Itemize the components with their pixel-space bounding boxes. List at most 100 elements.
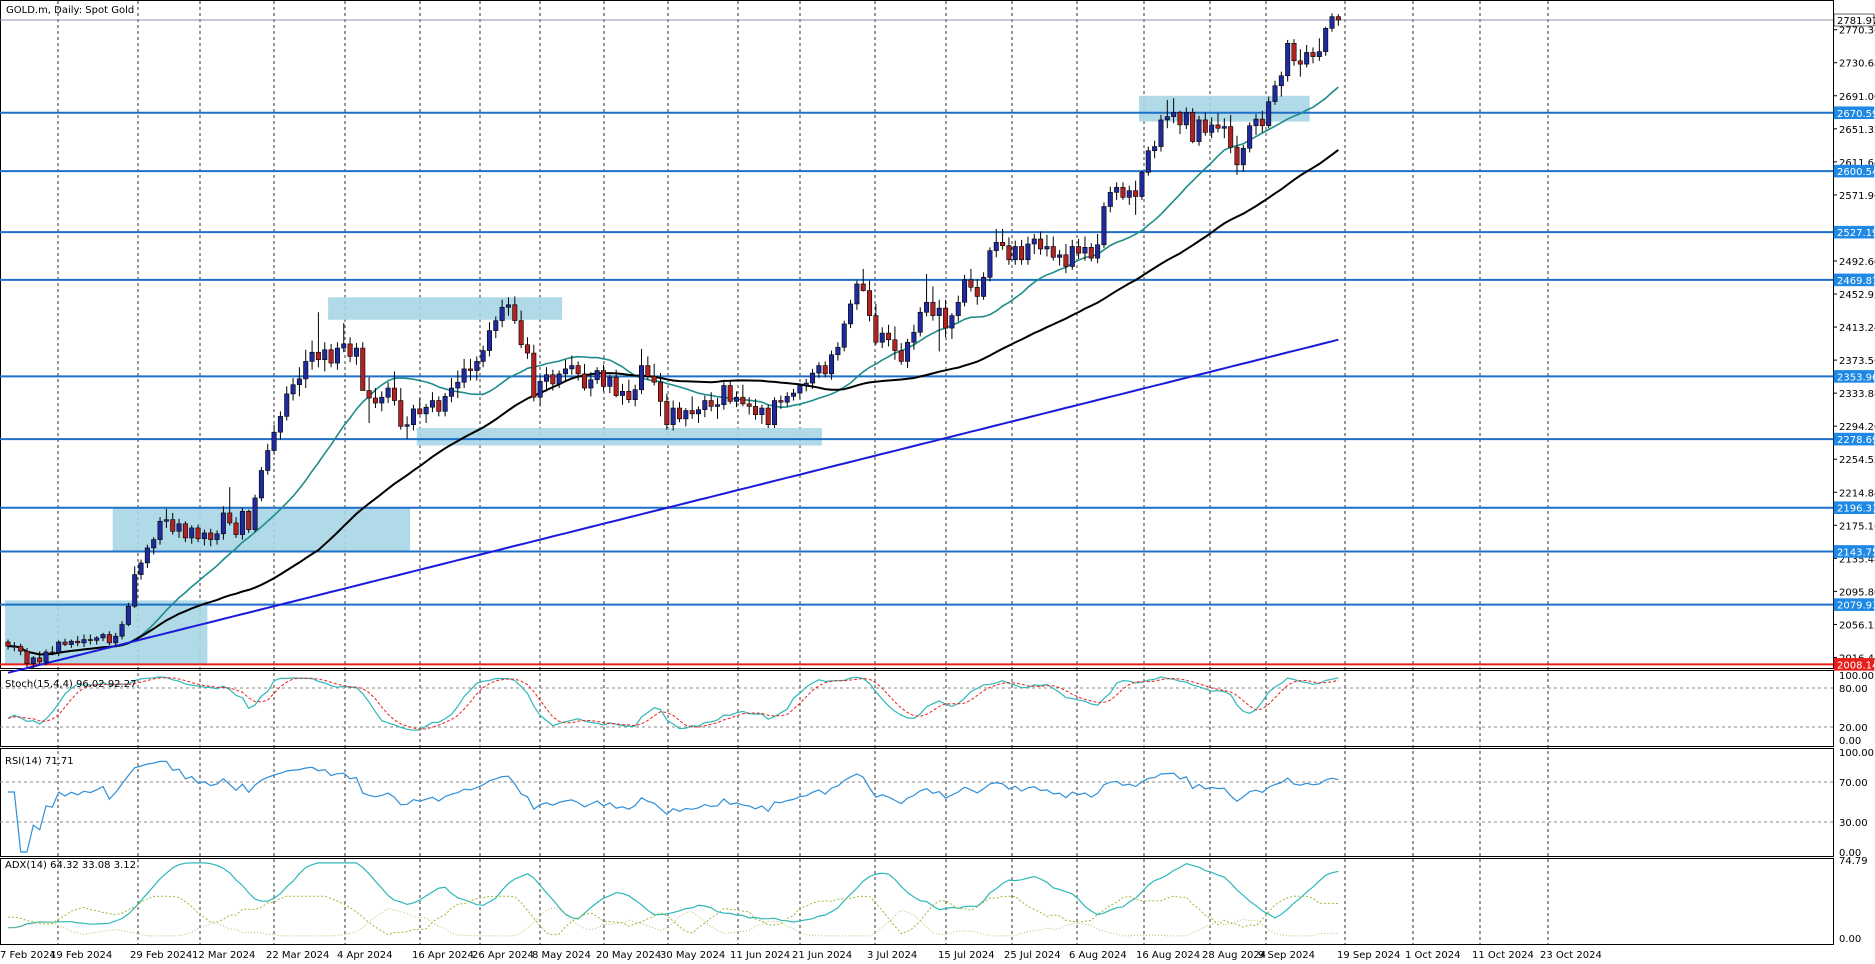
- candle[interactable]: [125, 602, 131, 627]
- candle[interactable]: [1196, 115, 1202, 146]
- candle-body: [480, 350, 486, 362]
- candle-body: [75, 640, 81, 644]
- candle-body: [968, 279, 974, 288]
- candle-body: [1152, 146, 1158, 152]
- date-label: 20 May 2024: [596, 950, 661, 961]
- candle[interactable]: [1158, 114, 1164, 152]
- date-label: 11 Jun 2024: [730, 950, 790, 961]
- date-label: 21 Jun 2024: [792, 950, 852, 961]
- candle-body: [556, 373, 562, 385]
- price-tick-label: 2175.16: [1839, 521, 1875, 532]
- candle-body: [49, 651, 55, 654]
- price-tick-label: 2730.68: [1839, 59, 1875, 70]
- candle[interactable]: [246, 509, 252, 533]
- candle-body: [1329, 16, 1335, 29]
- candle-body: [18, 645, 24, 652]
- candle-body: [689, 410, 695, 415]
- candle-body: [1304, 52, 1310, 65]
- candle-body: [252, 497, 258, 530]
- level-tag: 2527.19: [1837, 228, 1875, 239]
- candle-body: [911, 331, 917, 343]
- price-tick-label: 2056.12: [1839, 620, 1875, 631]
- candle[interactable]: [772, 397, 778, 429]
- candle-body: [993, 242, 999, 251]
- candle[interactable]: [765, 404, 771, 429]
- candle-body: [366, 390, 372, 399]
- candle-body: [442, 396, 448, 412]
- candle-body: [987, 250, 993, 278]
- candle-body: [917, 311, 923, 333]
- candle-body: [1012, 246, 1018, 261]
- candle-body: [1063, 254, 1069, 267]
- price-zone: [5, 600, 208, 665]
- level-tag: 2353.96: [1837, 372, 1875, 383]
- candle-body: [1025, 243, 1031, 261]
- candle[interactable]: [531, 344, 537, 402]
- candle-body: [816, 365, 822, 374]
- candle-body: [892, 339, 898, 351]
- price-tick-label: 2214.84: [1839, 488, 1875, 499]
- candle-body: [303, 361, 309, 380]
- candle-body: [1291, 43, 1297, 62]
- candle-body: [645, 365, 651, 377]
- candle-body: [493, 320, 499, 331]
- candle-body: [873, 315, 879, 343]
- candle-body: [43, 651, 49, 663]
- candle[interactable]: [1145, 146, 1151, 176]
- candle-body: [594, 370, 600, 381]
- candle-body: [474, 361, 480, 371]
- candle-body: [835, 346, 841, 356]
- level-tag: 2079.93: [1837, 601, 1875, 612]
- candle-body: [1228, 126, 1234, 148]
- candle[interactable]: [1101, 202, 1107, 249]
- candle-body: [189, 527, 195, 539]
- candle-body: [505, 304, 511, 308]
- chart-canvas: 7 Feb 202419 Feb 2024 29 Feb 2024 12 Mar 2…: [0, 0, 1875, 964]
- candle-body: [1278, 75, 1284, 87]
- candle[interactable]: [1247, 122, 1253, 153]
- rsi-axis-label: 100.00: [1839, 748, 1874, 759]
- candle-body: [696, 409, 702, 415]
- date-label: 4 Apr 2024: [337, 950, 392, 961]
- candle-body: [664, 401, 670, 425]
- candle[interactable]: [987, 247, 993, 282]
- candle-body: [981, 276, 987, 297]
- candle[interactable]: [848, 299, 854, 329]
- candle-body: [860, 283, 866, 291]
- adx-axis-label: 74.79: [1839, 856, 1868, 867]
- candle-body: [315, 351, 321, 361]
- candle-body: [1088, 247, 1094, 259]
- candle[interactable]: [962, 274, 968, 307]
- candle[interactable]: [1139, 170, 1145, 200]
- candle-body: [677, 407, 683, 420]
- candle[interactable]: [360, 342, 366, 391]
- candle[interactable]: [1323, 26, 1329, 56]
- candle-body: [30, 657, 36, 664]
- stoch-axis-label: 0.00: [1839, 736, 1861, 747]
- price-tick-label: 2691.00: [1839, 92, 1875, 103]
- candle[interactable]: [841, 320, 847, 352]
- candle-body: [56, 641, 62, 654]
- candle-body: [949, 315, 955, 329]
- candle[interactable]: [1285, 39, 1291, 82]
- price-zone: [1138, 95, 1310, 122]
- candle[interactable]: [258, 467, 264, 502]
- candle-body: [201, 532, 207, 540]
- candle-body: [1215, 124, 1221, 129]
- candle-body: [182, 523, 188, 539]
- candle-body: [467, 368, 473, 371]
- candle-body: [658, 381, 664, 402]
- candle[interactable]: [252, 494, 258, 533]
- candle-body: [151, 539, 157, 549]
- level-tag: 2143.75: [1837, 547, 1875, 558]
- price-tick-label: 2492.60: [1839, 257, 1875, 268]
- candle-body: [391, 387, 397, 401]
- chart-background: [0, 0, 1875, 964]
- candle[interactable]: [1266, 96, 1272, 129]
- candle[interactable]: [1190, 108, 1196, 144]
- candle[interactable]: [239, 507, 245, 540]
- candle-body: [879, 332, 885, 343]
- candle-body: [1266, 101, 1272, 127]
- candle-body: [1006, 245, 1012, 261]
- candle-body: [37, 657, 43, 663]
